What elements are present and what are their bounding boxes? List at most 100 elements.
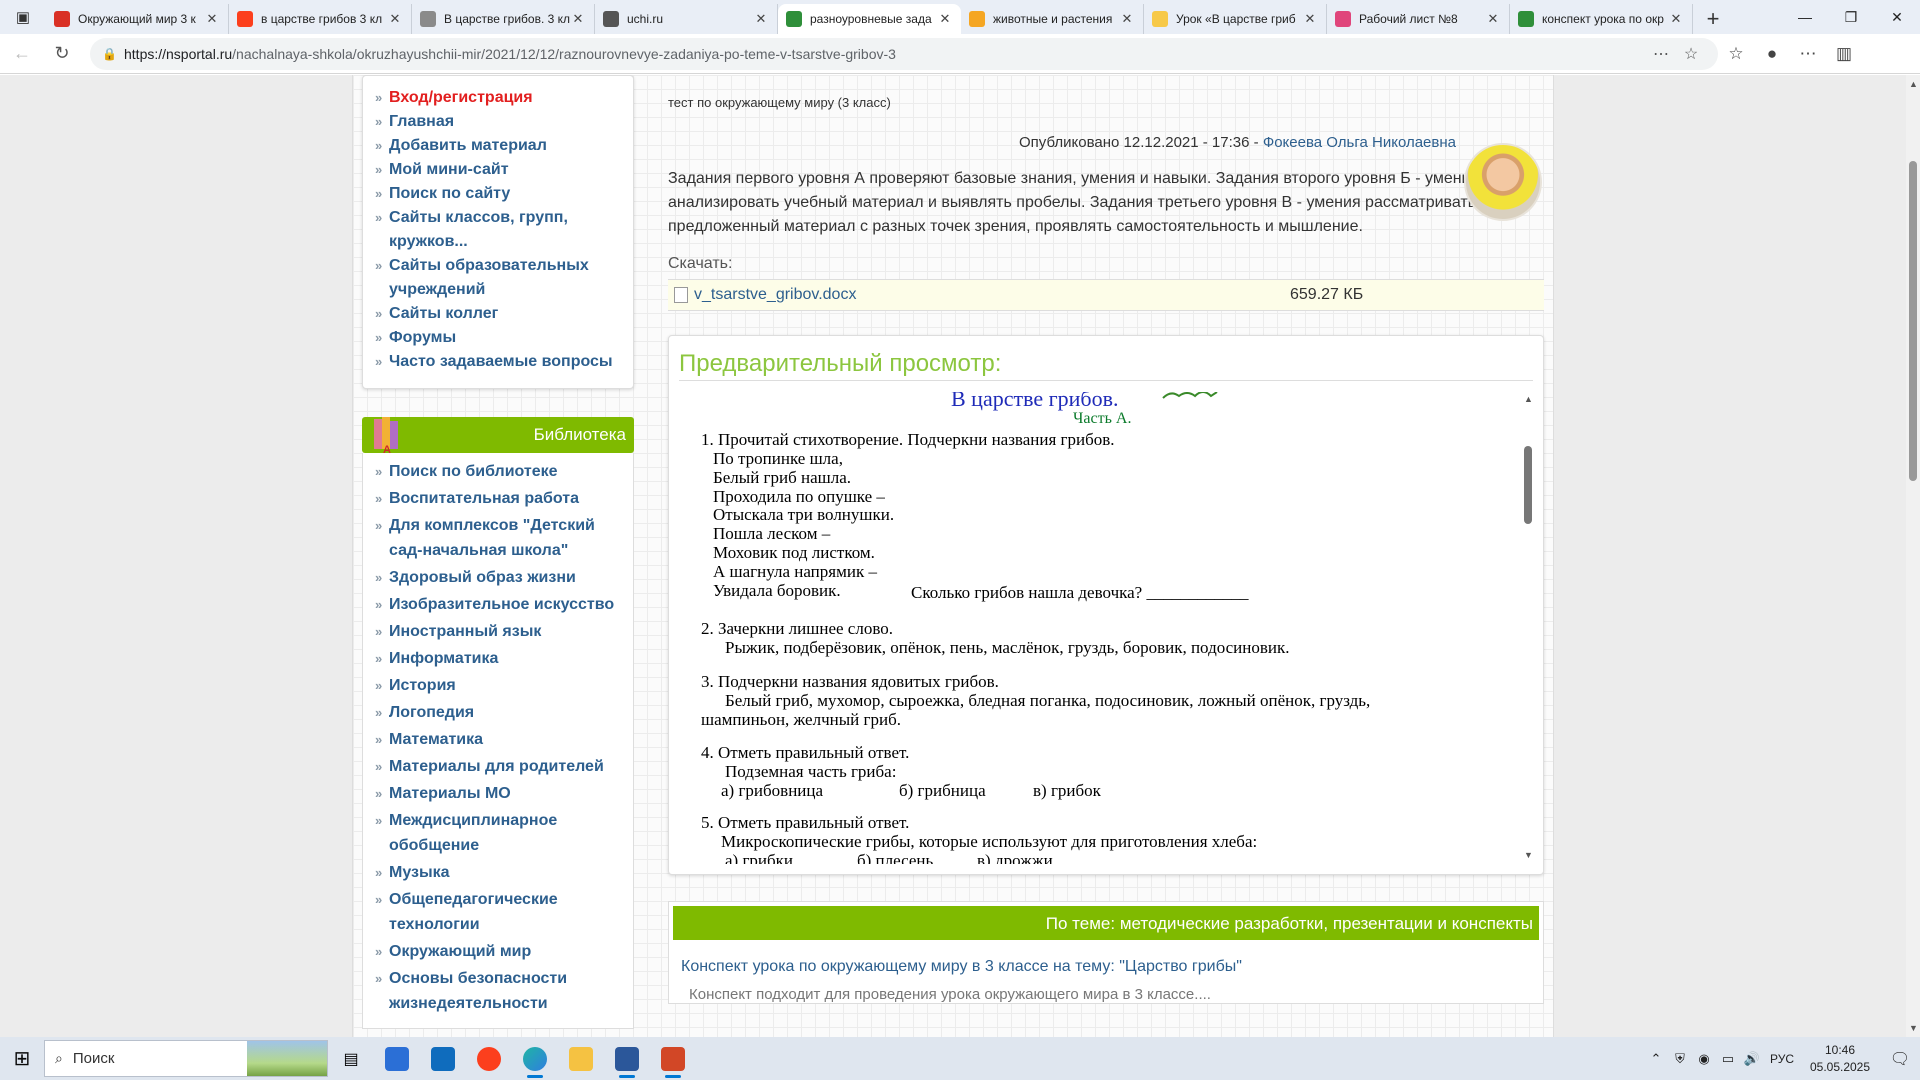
library-item[interactable]: » Материалы для родителей	[371, 754, 627, 779]
word-app-icon[interactable]	[604, 1037, 650, 1080]
tab-close-icon[interactable]: ✕	[1485, 11, 1501, 27]
library-item[interactable]: » Музыка	[371, 860, 627, 885]
page-scrollbar[interactable]: ▲ ▼	[1906, 75, 1920, 1037]
document-preview[interactable]: В царстве грибов. Часть А. 1. Прочитай с…	[679, 392, 1525, 864]
library-item[interactable]: » История	[371, 673, 627, 698]
sidebar-menu-item[interactable]: » Часто задаваемые вопросы	[371, 350, 627, 374]
taskbar-search[interactable]: ⌕ Поиск	[44, 1040, 328, 1077]
lock-icon[interactable]: 🔒	[102, 47, 124, 61]
clock[interactable]: 10:46 05.05.2025	[1800, 1042, 1880, 1076]
notifications-icon[interactable]: 🗨	[1880, 1049, 1920, 1069]
sidebar-menu-item[interactable]: » Сайты образовательных	[371, 254, 627, 278]
sidebar-menu-item[interactable]: » Сайты классов, групп,	[371, 206, 627, 230]
tab-close-icon[interactable]: ✕	[1302, 11, 1318, 27]
browser-tab[interactable]: в царстве грибов 3 кл ✕	[229, 4, 412, 34]
page-scrollbar-thumb[interactable]	[1909, 161, 1917, 481]
sidebar-menu-item[interactable]: » Вход/регистрация	[371, 86, 627, 110]
tab-close-icon[interactable]: ✕	[570, 11, 586, 27]
library-item[interactable]: » Воспитательная работа	[371, 486, 627, 511]
new-tab-button[interactable]: +	[1693, 4, 1733, 34]
sidebar-toggle-icon[interactable]: ▥	[1826, 38, 1862, 70]
library-item[interactable]: » Материалы МО	[371, 781, 627, 806]
library-item[interactable]: » Информатика	[371, 646, 627, 671]
favorites-icon[interactable]: ☆	[1718, 38, 1754, 70]
tab-close-icon[interactable]: ✕	[387, 11, 403, 27]
scroll-up-icon[interactable]: ▲	[1524, 394, 1533, 404]
back-icon[interactable]: ←	[4, 38, 40, 70]
store-app-icon[interactable]	[374, 1037, 420, 1080]
tab-close-icon[interactable]: ✕	[1668, 11, 1684, 27]
library-item[interactable]: » Междисциплинарное обобщение	[371, 808, 627, 858]
security-icon[interactable]: ⛨	[1668, 1051, 1692, 1067]
preview-title: Предварительный просмотр:	[679, 350, 1533, 381]
doc-part: Часть А.	[1073, 410, 1132, 427]
poem-line: По тропинке шла,	[713, 449, 843, 468]
page-scroll-down-icon[interactable]: ▼	[1909, 1023, 1918, 1033]
language-indicator[interactable]: РУС	[1764, 1052, 1800, 1066]
volume-icon[interactable]: 🔊	[1740, 1051, 1764, 1067]
sidebar-menu-item[interactable]: » Главная	[371, 110, 627, 134]
author-avatar[interactable]	[1464, 143, 1542, 221]
author-link[interactable]: Фокеева Ольга Николаевна	[1263, 134, 1456, 151]
settings-more-icon[interactable]: ⋯	[1790, 38, 1826, 70]
sidebar-menu-item[interactable]: » Поиск по сайту	[371, 182, 627, 206]
browser-tab[interactable]: uchi.ru ✕	[595, 4, 778, 34]
related-topics-header: По теме: методические разработки, презен…	[673, 906, 1539, 940]
file-explorer-icon[interactable]	[558, 1037, 604, 1080]
sidebar-menu-item[interactable]: » Добавить материал	[371, 134, 627, 158]
sidebar-menu-item[interactable]: » Мой мини-сайт	[371, 158, 627, 182]
library-item[interactable]: » Изобразительное искусство	[371, 592, 627, 617]
question-4-option-a: а) грибовница	[721, 781, 824, 800]
tab-actions-menu-icon[interactable]: ▣	[0, 0, 46, 34]
library-item-label: Изобразительное искусство	[389, 596, 615, 613]
sidebar-menu-item[interactable]: » Сайты коллег	[371, 302, 627, 326]
browser-tab[interactable]: конспект урока по окр ✕	[1510, 4, 1693, 34]
scroll-down-icon[interactable]: ▼	[1524, 850, 1533, 860]
yandex-browser-icon[interactable]	[466, 1037, 512, 1080]
refresh-icon[interactable]: ↻	[44, 38, 80, 70]
browser-tab[interactable]: разноуровневые зада ✕	[778, 4, 961, 34]
tab-close-icon[interactable]: ✕	[753, 11, 769, 27]
tray-app-icon[interactable]: ◉	[1692, 1051, 1716, 1067]
browser-tab[interactable]: Окружающий мир 3 к ✕	[46, 4, 229, 34]
tab-close-icon[interactable]: ✕	[937, 11, 953, 27]
browser-tab[interactable]: В царстве грибов. 3 кл ✕	[412, 4, 595, 34]
profile-avatar-icon[interactable]: ●	[1754, 38, 1790, 70]
outlook-app-icon[interactable]	[420, 1037, 466, 1080]
preview-scrollbar[interactable]: ▲ ▼	[1521, 394, 1535, 860]
minimize-icon[interactable]: —	[1782, 0, 1828, 34]
sidebar-menu-item[interactable]: учреждений	[371, 278, 627, 302]
tab-close-icon[interactable]: ✕	[204, 11, 220, 27]
powerpoint-app-icon[interactable]	[650, 1037, 696, 1080]
start-windows-icon[interactable]: ⊞	[0, 1037, 44, 1080]
library-item[interactable]: » Логопедия	[371, 700, 627, 725]
library-item[interactable]: » Для комплексов "Детский сад-начальная ш…	[371, 513, 627, 563]
library-item[interactable]: » Здоровый образ жизни	[371, 565, 627, 590]
tab-close-icon[interactable]: ✕	[1119, 11, 1135, 27]
library-item[interactable]: » Общепедагогические технологии	[371, 887, 627, 937]
browser-tab[interactable]: Рабочий лист №8 ✕	[1327, 4, 1510, 34]
task-view-icon[interactable]: ▤	[328, 1037, 374, 1080]
restore-icon[interactable]: ❐	[1828, 0, 1874, 34]
address-bar[interactable]: 🔒 https://nsportal.ru/nachalnaya-shkola/…	[90, 37, 1718, 70]
sidebar-menu-item[interactable]: » Форумы	[371, 326, 627, 350]
browser-tab[interactable]: животные и растения ✕	[961, 4, 1144, 34]
related-link[interactable]: Конспект урока по окружающему миру в 3 к…	[673, 958, 1539, 976]
preview-scrollbar-thumb[interactable]	[1524, 446, 1532, 524]
browser-tab[interactable]: Урок «В царстве гриб ✕	[1144, 4, 1327, 34]
file-download-link[interactable]: v_tsarstve_gribov.docx	[694, 286, 1290, 304]
library-item[interactable]: » Окружающий мир	[371, 939, 627, 964]
favorite-star-icon[interactable]: ☆	[1676, 44, 1706, 64]
edge-browser-icon[interactable]	[512, 1037, 558, 1080]
close-window-icon[interactable]: ✕	[1874, 0, 1920, 34]
library-item[interactable]: » Иностранный язык	[371, 619, 627, 644]
url-text[interactable]: https://nsportal.ru/nachalnaya-shkola/ok…	[124, 46, 1646, 62]
sidebar-menu-item[interactable]: кружков...	[371, 230, 627, 254]
library-item[interactable]: » Поиск по библиотеке	[371, 459, 627, 484]
network-icon[interactable]: ▭	[1716, 1051, 1740, 1067]
show-hidden-icons-chevron-icon[interactable]: ⌃	[1644, 1051, 1668, 1067]
more-info-icon[interactable]: ⋯	[1646, 44, 1676, 64]
library-item[interactable]: » Основы безопасности жизнедеятельности	[371, 966, 627, 1016]
library-item[interactable]: » Математика	[371, 727, 627, 752]
page-scroll-up-icon[interactable]: ▲	[1909, 79, 1918, 89]
